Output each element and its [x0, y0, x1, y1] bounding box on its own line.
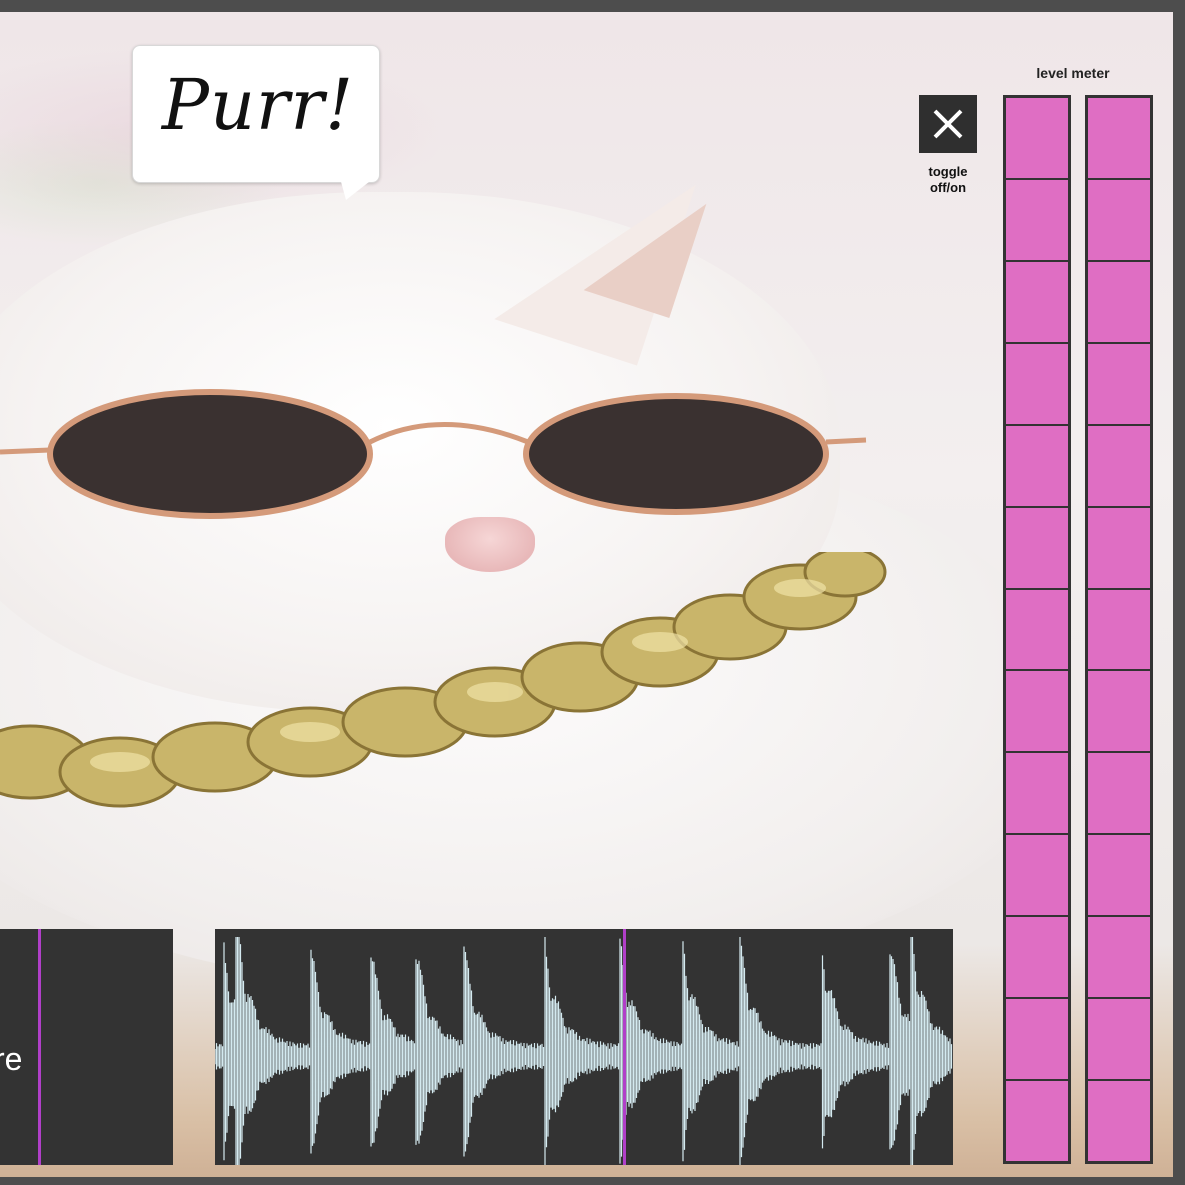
meter-segment	[1006, 835, 1068, 916]
meter-segment	[1088, 999, 1150, 1080]
meter-segment	[1088, 425, 1150, 506]
meter-segment	[1088, 98, 1150, 178]
meter-segment	[1006, 589, 1068, 670]
meter-segment	[1006, 179, 1068, 260]
speech-bubble-tail	[340, 178, 374, 200]
level-meter-right	[1085, 95, 1153, 1164]
meter-segment	[1088, 671, 1150, 752]
meter-segment	[1088, 343, 1150, 424]
app-frame: Purr! toggleoff/on level meter re	[0, 0, 1185, 1185]
meter-segment	[1006, 999, 1068, 1080]
sample-panel-label: re	[0, 1041, 23, 1077]
speech-bubble-text: Purr!	[161, 64, 355, 146]
meter-segment	[1006, 917, 1068, 998]
waveform-trace	[215, 937, 953, 1165]
toggle-label: toggle off/on	[928, 164, 968, 195]
sunglasses-image	[0, 389, 867, 519]
meter-segment	[1088, 835, 1150, 916]
meter-segment	[1088, 753, 1150, 834]
meter-segment	[1088, 589, 1150, 670]
toggle-button[interactable]	[919, 95, 977, 153]
speech-bubble: Purr!	[132, 45, 380, 183]
meter-segment	[1006, 261, 1068, 342]
close-icon	[933, 109, 963, 139]
meter-segment	[1006, 507, 1068, 588]
meter-segment	[1006, 425, 1068, 506]
meter-segment	[1006, 753, 1068, 834]
level-meter-title: level meter	[1036, 65, 1110, 81]
meter-segment	[1088, 1081, 1150, 1161]
gold-chain-image	[0, 552, 887, 808]
waveform-panel[interactable]	[215, 929, 953, 1165]
meter-segment	[1006, 343, 1068, 424]
playhead[interactable]	[38, 929, 41, 1165]
meter-segment	[1088, 179, 1150, 260]
meter-segment	[1088, 917, 1150, 998]
sample-panel[interactable]: re	[0, 929, 173, 1165]
playhead[interactable]	[623, 929, 626, 1165]
meter-segment	[1006, 98, 1068, 178]
meter-segment	[1006, 1081, 1068, 1161]
meter-segment	[1088, 507, 1150, 588]
meter-segment	[1088, 261, 1150, 342]
app-window: Purr! toggleoff/on level meter re	[0, 0, 1185, 1185]
waveform-display	[215, 937, 953, 1165]
meter-segment	[1006, 671, 1068, 752]
level-meter-left	[1003, 95, 1071, 1164]
